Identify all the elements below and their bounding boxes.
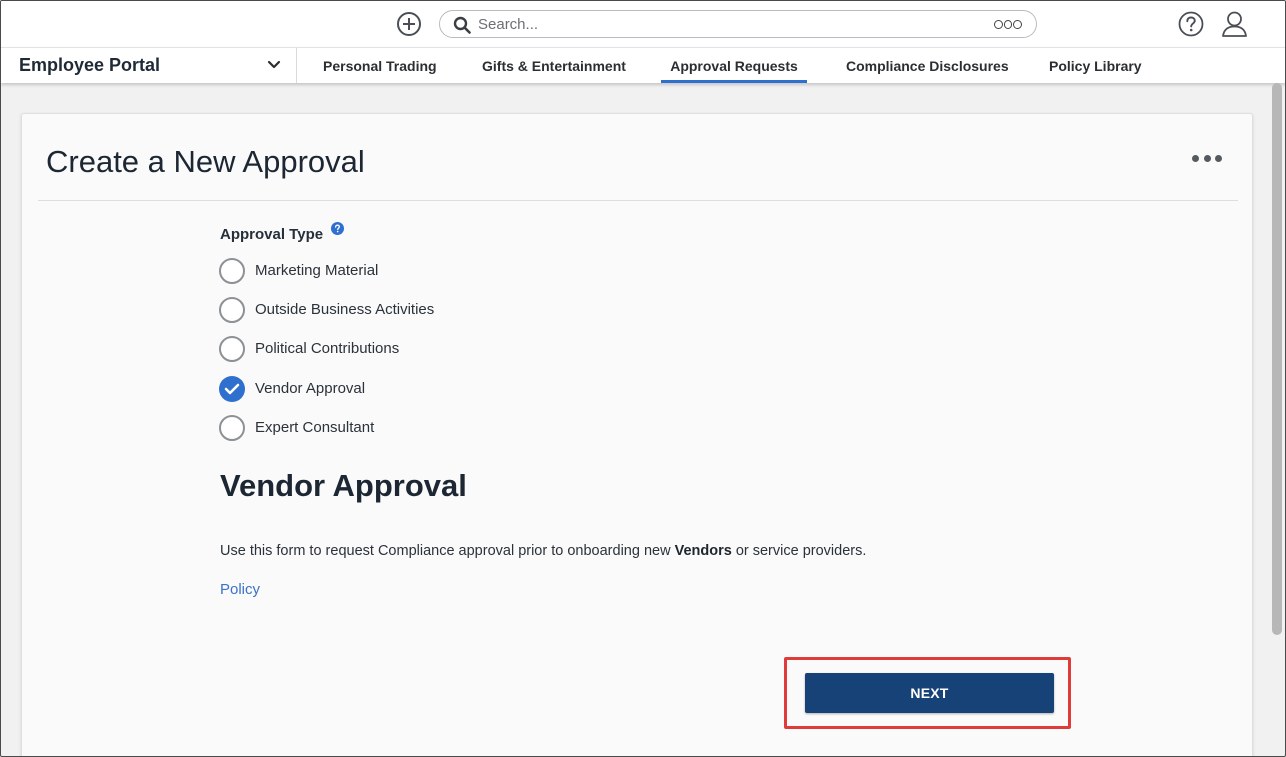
description-text: Use this form to request Compliance appr… bbox=[220, 543, 675, 559]
radio-label: Vendor Approval bbox=[255, 380, 366, 397]
plus-circle-icon bbox=[403, 18, 415, 30]
chevron-down-icon bbox=[267, 60, 281, 69]
search-bar[interactable] bbox=[439, 10, 1037, 38]
form-description: Use this form to request Compliance appr… bbox=[220, 543, 866, 559]
question-circle-icon[interactable] bbox=[1178, 11, 1204, 37]
checkmark-icon bbox=[224, 383, 240, 395]
section-title: Vendor Approval bbox=[220, 468, 467, 503]
approval-type-label: Approval Type bbox=[220, 226, 324, 243]
policy-link[interactable]: Policy bbox=[220, 581, 260, 598]
page-title: Create a New Approval bbox=[46, 144, 365, 179]
radio-button[interactable] bbox=[219, 297, 245, 323]
app-window: Employee Portal Personal Trading Gifts &… bbox=[0, 0, 1286, 757]
portal-selector[interactable]: Employee Portal bbox=[1, 48, 297, 83]
nav-bar: Employee Portal Personal Trading Gifts &… bbox=[1, 47, 1285, 83]
tab-gifts-entertainment[interactable]: Gifts & Entertainment bbox=[482, 48, 626, 83]
radio-label: Expert Consultant bbox=[255, 419, 375, 436]
approval-card: Create a New Approval Approval Type Mark… bbox=[21, 113, 1253, 756]
radio-button[interactable] bbox=[219, 336, 245, 362]
portal-name: Employee Portal bbox=[19, 55, 161, 75]
tab-approval-requests[interactable]: Approval Requests bbox=[661, 48, 807, 83]
user-icon[interactable] bbox=[1221, 10, 1248, 37]
tab-compliance-disclosures[interactable]: Compliance Disclosures bbox=[846, 48, 1009, 83]
description-text-end: or service providers. bbox=[731, 543, 867, 559]
next-button[interactable]: NEXT bbox=[805, 673, 1054, 713]
divider bbox=[38, 200, 1238, 201]
more-options-icon[interactable] bbox=[1192, 152, 1222, 164]
tab-policy-library[interactable]: Policy Library bbox=[1049, 48, 1142, 83]
radio-label: Outside Business Activities bbox=[255, 301, 435, 318]
add-button[interactable] bbox=[397, 12, 421, 36]
search-input[interactable] bbox=[478, 14, 978, 35]
radio-label: Political Contributions bbox=[255, 340, 400, 357]
search-icon bbox=[453, 16, 471, 34]
description-bold: Vendors bbox=[674, 543, 732, 559]
radio-label: Marketing Material bbox=[255, 262, 379, 279]
radio-button[interactable] bbox=[219, 415, 245, 441]
top-bar bbox=[1, 1, 1285, 47]
scrollbar[interactable] bbox=[1272, 83, 1282, 635]
radio-button[interactable] bbox=[219, 258, 245, 284]
radio-button-checked[interactable] bbox=[219, 376, 245, 402]
search-options-icon[interactable] bbox=[994, 20, 1023, 30]
tab-personal-trading[interactable]: Personal Trading bbox=[323, 48, 437, 83]
help-info-icon[interactable] bbox=[331, 222, 344, 235]
